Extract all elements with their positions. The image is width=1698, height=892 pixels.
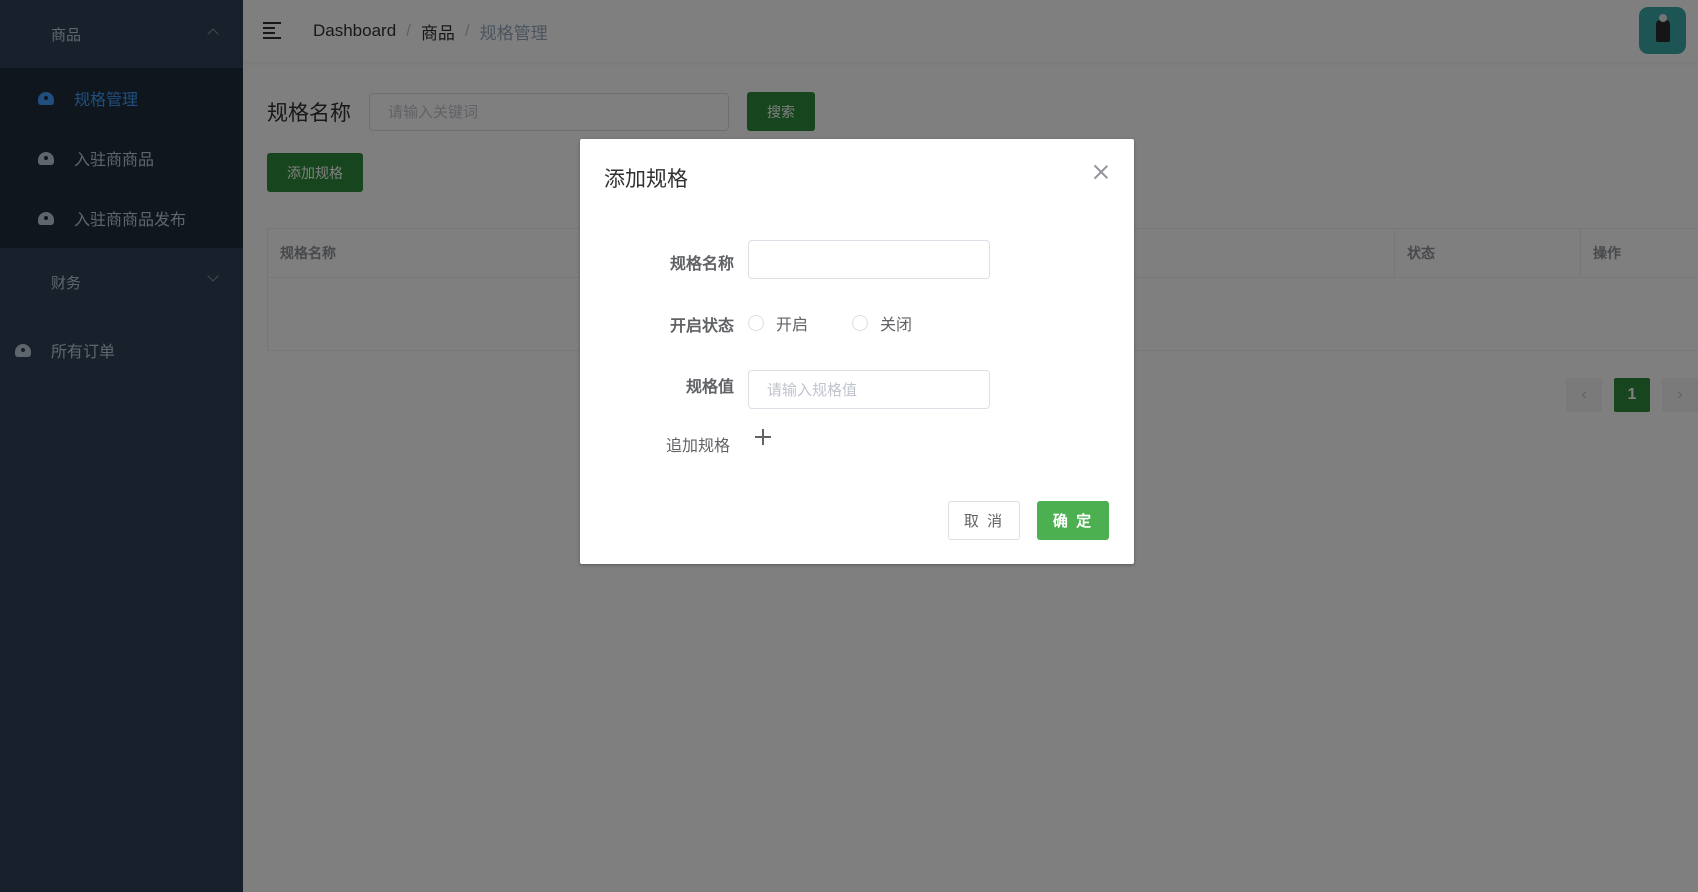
spec-value-label: 规格值 — [685, 379, 734, 396]
spec-value-field[interactable]: 请输入规格值 — [748, 370, 990, 409]
plus-icon[interactable] — [755, 429, 771, 445]
status-label: 开启状态 — [669, 318, 734, 335]
radio-circle-icon — [852, 315, 868, 331]
radio-label: 开启 — [776, 317, 809, 334]
radio-label: 关闭 — [880, 317, 913, 334]
spec-name-label: 规格名称 — [669, 256, 734, 273]
add-spec-label: 追加规格 — [666, 438, 731, 455]
confirm-button[interactable]: 确 定 — [1037, 501, 1109, 540]
status-radio-on[interactable]: 开启 — [748, 311, 808, 335]
status-radio-off[interactable]: 关闭 — [852, 311, 912, 335]
close-icon[interactable] — [1092, 163, 1110, 181]
spec-name-field[interactable] — [748, 240, 990, 279]
radio-circle-icon — [748, 315, 764, 331]
add-spec-dialog: 添加规格 规格名称 开启状态 开启 关闭 规格值 请输入规格值 追加规格 取 消… — [580, 139, 1134, 564]
spec-value-placeholder: 请输入规格值 — [767, 382, 858, 399]
dialog-title: 添加规格 — [604, 168, 688, 191]
cancel-button[interactable]: 取 消 — [948, 501, 1020, 540]
